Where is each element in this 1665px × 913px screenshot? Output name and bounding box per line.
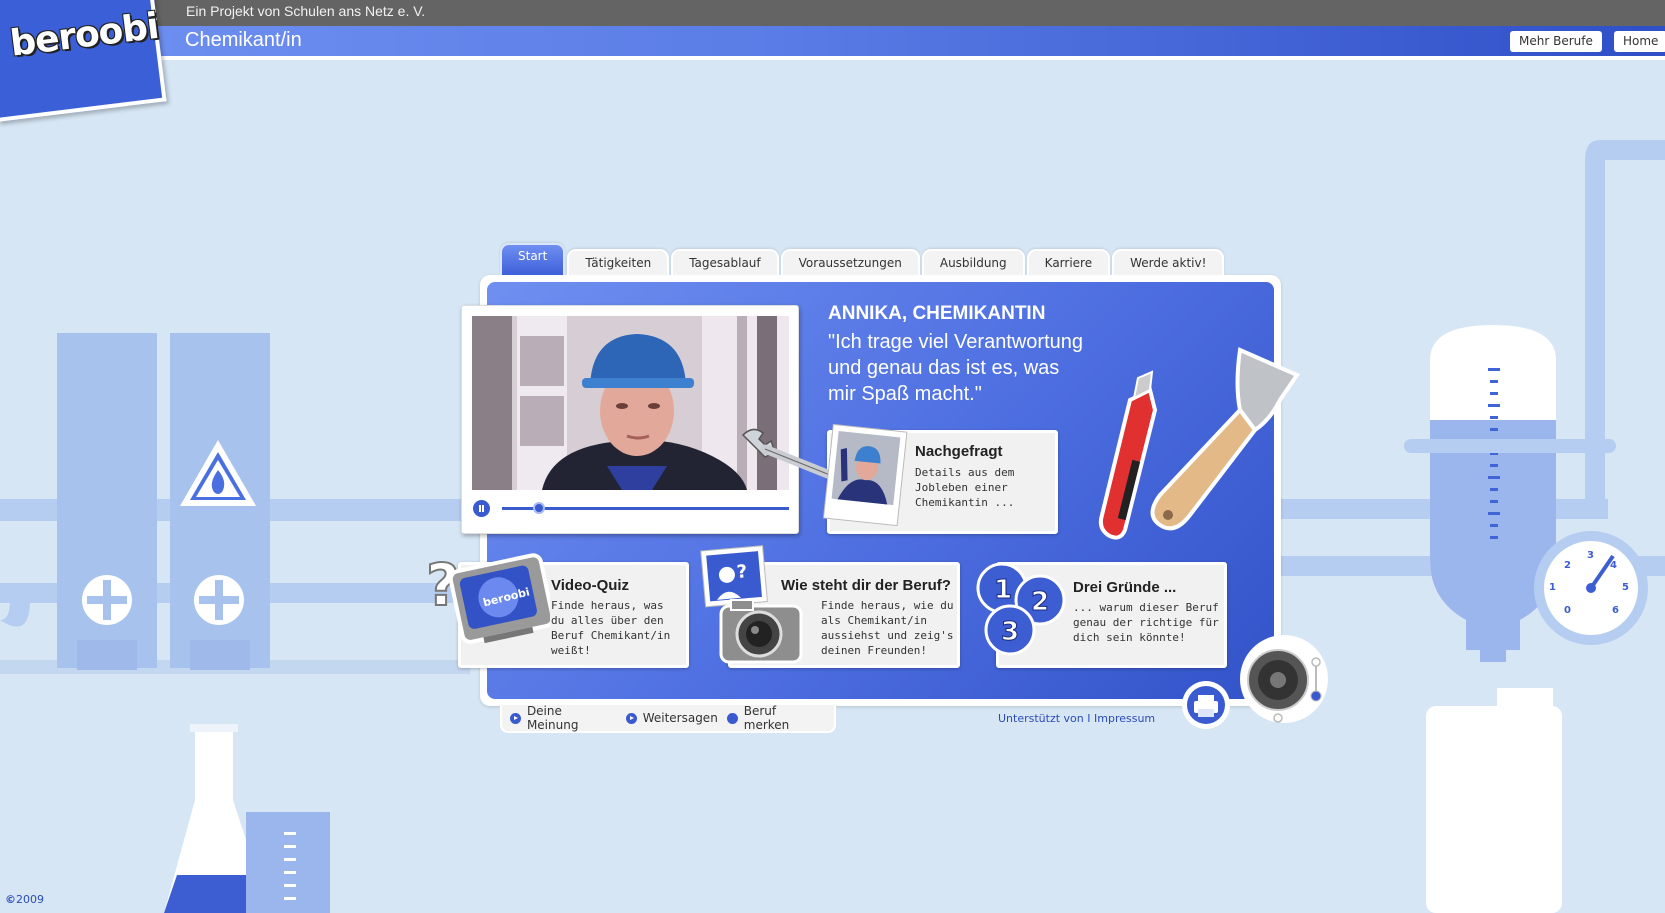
card-desc-line: Beruf Chemikant/in <box>551 629 671 642</box>
card-desc-line: deinen Freunden! <box>821 644 927 657</box>
project-text: Ein Projekt von Schulen ans Netz e. V. <box>186 3 426 19</box>
page-title: Chemikant/in <box>185 29 302 51</box>
tab-voraussetzungen[interactable]: Voraussetzungen <box>780 249 920 275</box>
quote-name: ANNIKA, CHEMIKANTIN <box>828 303 1046 324</box>
polaroid-photo <box>822 423 908 527</box>
link-label: Deine Meinung <box>526 704 579 732</box>
quote-line: und genau das ist es, was <box>828 357 1060 379</box>
beruf-merken-link[interactable]: Beruf merken <box>726 704 825 732</box>
footer-credits: Unterstützt von I Impressum <box>998 712 1155 725</box>
gauge-label: 4 <box>1610 560 1617 571</box>
deine-meinung-link[interactable]: Deine Meinung <box>510 704 617 732</box>
gauge-label: 5 <box>1622 582 1629 593</box>
home-button[interactable]: Home <box>1614 31 1665 52</box>
card-description: Finde heraus, was du alles über den Beru… <box>551 598 670 658</box>
card-desc-line: Details aus dem <box>915 466 1015 479</box>
arrow-icon <box>625 712 637 724</box>
impressum-link[interactable]: Impressum <box>1094 712 1155 725</box>
copyright: ©2009 <box>5 893 44 906</box>
tv-quiz-icon: ? beroobi <box>425 550 550 644</box>
video-progress-track[interactable] <box>502 502 789 514</box>
pause-button[interactable] <box>473 500 490 517</box>
quote-line: "Ich trage viel Verantwortung <box>828 331 1084 353</box>
card-title: Video-Quiz <box>551 577 630 594</box>
tab-start[interactable]: Start <box>500 243 566 275</box>
badge-number-2: 2 <box>1031 587 1049 617</box>
arrow-icon <box>510 712 521 724</box>
svg-text:?: ? <box>736 561 748 583</box>
gauge-label: 0 <box>1564 605 1571 616</box>
card-description: Details aus dem Jobleben einer Chemikant… <box>915 465 1014 510</box>
supported-by-link[interactable]: Unterstützt von <box>998 712 1084 725</box>
separator: I <box>1087 712 1091 725</box>
card-desc-line: dich sein könnte! <box>1073 631 1186 644</box>
card-description: ... warum dieser Beruf genau der richtig… <box>1073 600 1219 645</box>
gauge-label: 6 <box>1612 605 1619 616</box>
gauge-label: 1 <box>1549 582 1556 593</box>
card-title: Drei Gründe ... <box>1073 579 1177 596</box>
gauge-label: 2 <box>1564 560 1571 571</box>
beroobi-logo[interactable]: beroobi <box>0 0 167 125</box>
bottom-links-bar: Deine Meinung Weitersagen Beruf merken <box>500 704 836 733</box>
tab-ausbildung[interactable]: Ausbildung <box>921 249 1025 275</box>
card-desc-line: genau der richtige für <box>1073 616 1219 629</box>
copyright-icon: © <box>5 893 16 906</box>
card-desc-line: aussiehst und zeig's <box>821 629 954 642</box>
video-player <box>461 305 799 534</box>
card-title: Nachgefragt <box>915 443 1003 460</box>
main-tabs: Start Tätigkeiten Tagesablauf Voraussetz… <box>500 243 1226 275</box>
tab-taetigkeiten[interactable]: Tätigkeiten <box>567 249 670 275</box>
quote-text: "Ich trage viel Verantwortung und genau … <box>828 329 1118 407</box>
title-bar: Chemikant/in Mehr Berufe Home <box>150 26 1665 60</box>
tab-karriere[interactable]: Karriere <box>1026 249 1111 275</box>
top-bar: Ein Projekt von Schulen ans Netz e. V. <box>0 0 1665 26</box>
card-desc-line: du alles über den <box>551 614 664 627</box>
card-desc-line: Finde heraus, was <box>551 599 664 612</box>
card-desc-line: als Chemikant/in <box>821 614 927 627</box>
card-desc-line: Chemikantin ... <box>915 496 1015 509</box>
link-label: Weitersagen <box>642 711 718 725</box>
tab-tagesablauf[interactable]: Tagesablauf <box>671 249 779 275</box>
gauge-label: 3 <box>1587 550 1594 561</box>
badge-number-1: 1 <box>994 575 1012 605</box>
speaker-icon[interactable] <box>1238 628 1330 730</box>
video-progress-handle[interactable] <box>533 502 546 514</box>
badge-number-3: 3 <box>1001 617 1019 647</box>
card-desc-line: Finde heraus, wie du <box>821 599 954 612</box>
weitersagen-link[interactable]: Weitersagen <box>625 711 718 725</box>
tab-werde-aktiv[interactable]: Werde aktiv! <box>1112 249 1225 275</box>
card-description: Finde heraus, wie du als Chemikant/in au… <box>821 598 953 658</box>
link-label: Beruf merken <box>743 704 790 732</box>
more-jobs-button[interactable]: Mehr Berufe <box>1510 31 1602 52</box>
card-desc-line: weißt! <box>551 644 591 657</box>
camera-icon: ? <box>700 545 803 664</box>
card-desc-line: ... warum dieser Beruf <box>1073 601 1219 614</box>
number-badges-icon: 1 2 3 <box>976 562 1066 656</box>
copyright-year: 2009 <box>16 893 44 906</box>
print-icon[interactable] <box>1180 679 1232 731</box>
card-desc-line: Jobleben einer <box>915 481 1008 494</box>
quote-line: mir Spaß macht." <box>828 383 982 405</box>
dot-icon <box>726 712 738 724</box>
tools-illustration <box>1098 347 1301 540</box>
